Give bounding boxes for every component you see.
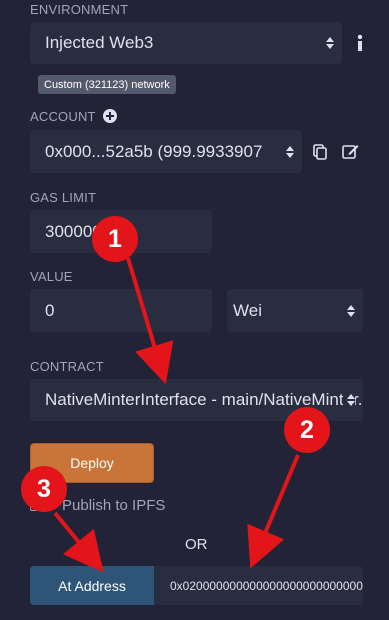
arrow-3 [53,511,104,573]
marker-1: 1 [92,216,138,262]
annotation-arrows [53,257,300,573]
marker-2: 2 [284,407,330,453]
marker-3: 3 [21,466,67,512]
arrow-1 [126,257,174,385]
arrow-2 [247,454,300,569]
